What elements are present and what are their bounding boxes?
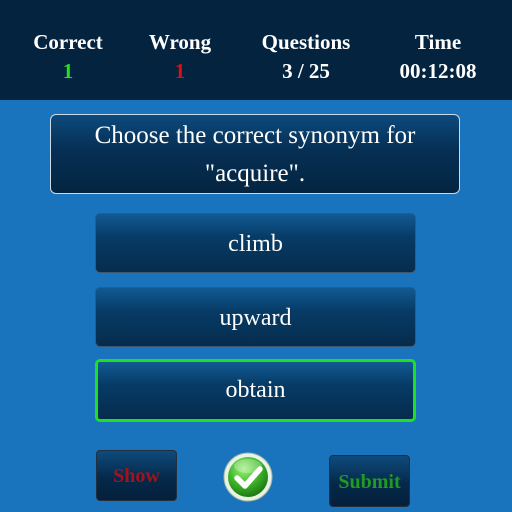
time-label: Time <box>414 30 462 54</box>
correct-count: 1 <box>62 59 74 83</box>
answer-option-climb[interactable]: climb <box>95 213 416 273</box>
answer-option-upward[interactable]: upward <box>95 287 416 347</box>
submit-button[interactable]: Submit <box>329 455 410 507</box>
wrong-label: Wrong <box>148 30 212 54</box>
time-elapsed: 00:12:08 <box>399 59 477 83</box>
score-header: Correct 1 Wrong 1 Questions 3 / 25 Time … <box>0 0 512 100</box>
questions-stat: Questions 3 / 25 <box>246 28 366 86</box>
question-line-2: "acquire". <box>204 160 306 187</box>
questions-label: Questions <box>261 30 351 54</box>
correct-stat: Correct 1 <box>18 28 118 86</box>
correct-label: Correct <box>33 30 103 54</box>
questions-progress: 3 / 25 <box>282 59 330 83</box>
question-prompt: Choose the correct synonym for "acquire"… <box>50 114 460 194</box>
wrong-stat: Wrong 1 <box>130 28 230 86</box>
check-icon[interactable] <box>222 451 274 503</box>
wrong-count: 1 <box>174 59 186 83</box>
show-button[interactable]: Show <box>96 450 177 501</box>
answer-option-obtain[interactable]: obtain <box>95 359 416 422</box>
time-stat: Time 00:12:08 <box>380 28 496 86</box>
question-line-1: Choose the correct synonym for <box>94 122 416 149</box>
